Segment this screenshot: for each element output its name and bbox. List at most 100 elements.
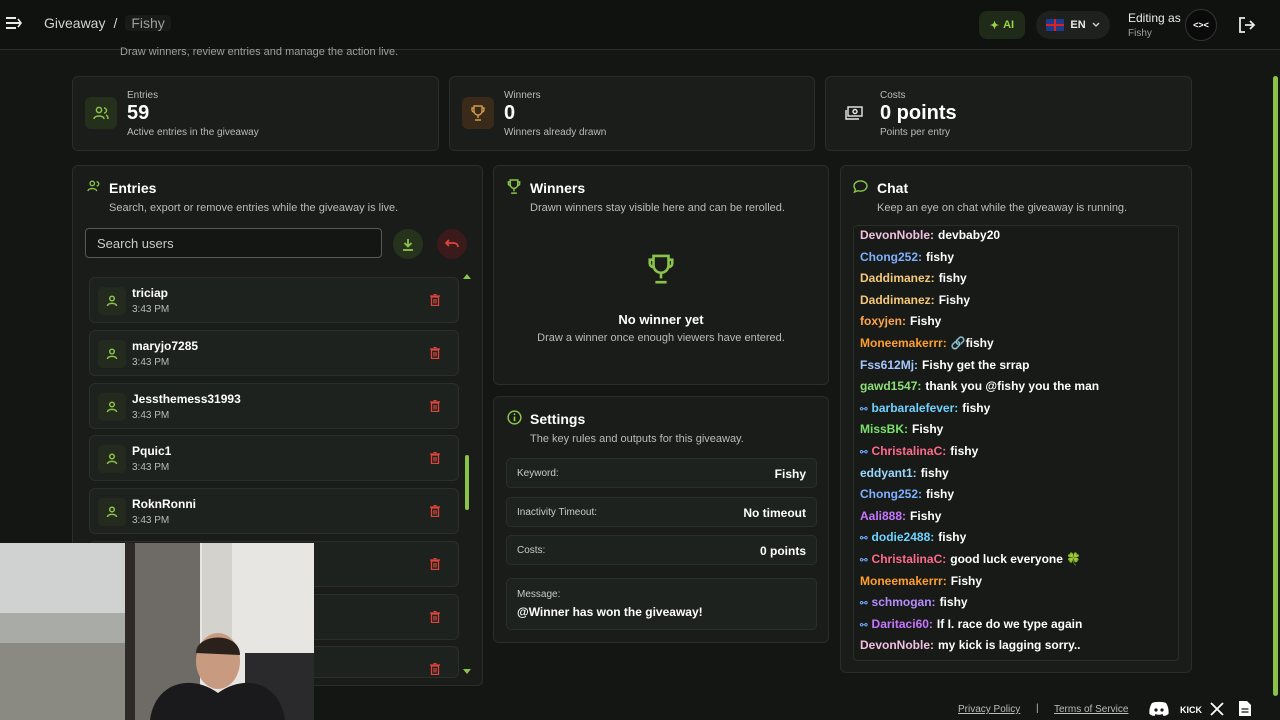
chat-text: Fishy xyxy=(938,293,971,307)
x-twitter-icon[interactable] xyxy=(1210,702,1224,716)
chat-username[interactable]: schmogan: xyxy=(872,595,936,609)
trophy-icon xyxy=(648,254,674,284)
chat-username[interactable]: Moneemakerrr: xyxy=(860,336,947,350)
entries-title: Entries xyxy=(109,180,157,196)
chat-text: fishy xyxy=(926,487,955,501)
chat-username[interactable]: Moneemakerrr: xyxy=(860,574,947,588)
users-icon xyxy=(85,97,117,129)
chat-username[interactable]: Chong252: xyxy=(860,250,922,264)
list-item: maryjo7285 3:43 PM xyxy=(89,330,459,376)
scroll-down-icon[interactable] xyxy=(463,669,471,675)
trash-icon[interactable] xyxy=(430,611,440,623)
money-icon xyxy=(838,97,870,129)
link-badge-icon: ⚯ xyxy=(860,598,868,608)
trash-icon[interactable] xyxy=(430,347,440,359)
breadcrumb-giveaway[interactable]: Giveaway xyxy=(44,15,105,31)
trash-icon[interactable] xyxy=(430,558,440,570)
kick-icon[interactable]: KICK xyxy=(1180,704,1202,714)
breadcrumb: Giveaway / Fishy xyxy=(44,15,171,31)
info-icon xyxy=(507,410,522,425)
user-icon xyxy=(98,393,126,421)
menu-collapse-icon[interactable] xyxy=(6,16,22,30)
chat-message: DevonNoble: my kick is lagging sorry.. xyxy=(860,638,1081,652)
chat-message: Chong252: fishy xyxy=(860,487,954,501)
link-badge-icon: ⚯ xyxy=(860,533,868,543)
stat-label: Costs xyxy=(880,90,906,101)
stat-label: Winners xyxy=(504,90,541,101)
chat-username[interactable]: MissBK: xyxy=(860,422,908,436)
terms-of-service-link[interactable]: Terms of Service xyxy=(1054,704,1128,715)
webcam-image xyxy=(0,543,314,720)
chat-username[interactable]: DevonNoble: xyxy=(860,228,934,242)
chat-message: DevonNoble: devbaby20 xyxy=(860,228,1000,242)
document-icon[interactable] xyxy=(1238,700,1252,717)
chat-username[interactable]: Aali888: xyxy=(860,509,906,523)
top-bar: Giveaway / Fishy ✦ AI EN Editing as Fish… xyxy=(0,0,1280,50)
discord-icon[interactable] xyxy=(1149,701,1169,717)
entry-username: RoknRonni xyxy=(132,497,196,511)
chat-username[interactable]: dodie2488: xyxy=(872,530,935,544)
chat-username[interactable]: foxyjen: xyxy=(860,314,906,328)
chat-username[interactable]: ChristalinaC: xyxy=(872,444,947,458)
chat-text: Fishy xyxy=(910,509,942,523)
search-users-input[interactable] xyxy=(85,228,382,258)
chat-text: fishy xyxy=(962,401,991,415)
chat-message: ⚯ dodie2488: fishy xyxy=(860,530,966,544)
trophy-icon xyxy=(507,179,521,194)
entry-username: triciap xyxy=(132,286,169,300)
chat-text: fishy xyxy=(938,530,967,544)
chat-text: thank you @fishy you the man xyxy=(925,379,1100,393)
trash-icon[interactable] xyxy=(430,505,440,517)
chat-username[interactable]: Chong252: xyxy=(860,487,922,501)
ai-button[interactable]: ✦ AI xyxy=(979,11,1025,39)
chat-text: good luck everyone 🍀 xyxy=(950,552,1082,566)
trash-icon[interactable] xyxy=(430,452,440,464)
clear-entries-button[interactable] xyxy=(437,229,467,259)
link-badge-icon: ⚯ xyxy=(860,447,868,457)
setting-timeout: Inactivity Timeout: No timeout xyxy=(506,497,817,527)
logout-icon[interactable] xyxy=(1238,16,1256,34)
chat-username[interactable]: Fss612Mj: xyxy=(860,358,918,372)
link-badge-icon: ⚯ xyxy=(860,404,868,414)
avatar[interactable]: <>< xyxy=(1185,9,1217,41)
no-winner-title: No winner yet xyxy=(618,312,704,327)
trash-icon[interactable] xyxy=(430,400,440,412)
trophy-icon xyxy=(462,97,494,129)
stat-value: 0 points xyxy=(880,102,957,124)
chat-message: MissBK: Fishy xyxy=(860,422,943,436)
chat-text: Fishy xyxy=(912,422,944,436)
entries-scrollbar[interactable] xyxy=(465,455,469,510)
chat-username[interactable]: Daritaci60: xyxy=(872,617,933,631)
entries-subtitle: Search, export or remove entries while t… xyxy=(109,202,399,214)
list-item: Pquic1 3:43 PM xyxy=(89,435,459,481)
trash-icon[interactable] xyxy=(430,663,440,675)
uk-flag-icon xyxy=(1046,19,1065,31)
chat-username[interactable]: ChristalinaC: xyxy=(872,552,947,566)
chat-message: ⚯ schmogan: fishy xyxy=(860,595,968,609)
export-button[interactable] xyxy=(393,229,423,259)
editing-user: Fishy xyxy=(1128,28,1152,39)
privacy-policy-link[interactable]: Privacy Policy xyxy=(958,704,1020,715)
chat-username[interactable]: gawd1547: xyxy=(860,379,921,393)
entry-time: 3:43 PM xyxy=(132,462,170,473)
stat-desc: Active entries in the giveaway xyxy=(127,127,259,138)
chat-username[interactable]: DevonNoble: xyxy=(860,638,934,652)
scroll-up-icon[interactable] xyxy=(463,273,471,279)
page-scrollbar[interactable] xyxy=(1273,76,1278,696)
chat-message: Moneemakerrr: Fishy xyxy=(860,574,982,588)
chat-text: Fishy get the srrap xyxy=(922,358,1030,372)
list-item: triciap 3:43 PM xyxy=(89,277,459,323)
chat-message: Fss612Mj: Fishy get the srrap xyxy=(860,358,1029,372)
chat-username[interactable]: barbaralefever: xyxy=(872,401,959,415)
language-selector[interactable]: EN xyxy=(1036,11,1110,39)
chat-username[interactable]: Daddimanez: xyxy=(860,271,935,285)
link-badge-icon: ⚯ xyxy=(860,620,868,630)
chat-message: ⚯ ChristalinaC: fishy xyxy=(860,444,978,458)
footer-separator: | xyxy=(1036,703,1039,714)
chat-username[interactable]: Daddimanez: xyxy=(860,293,935,307)
settings-title: Settings xyxy=(530,411,586,427)
chat-username[interactable]: eddyant1: xyxy=(860,466,917,480)
sparkle-icon: ✦ xyxy=(989,19,1000,32)
webcam-overlay xyxy=(0,543,314,720)
trash-icon[interactable] xyxy=(430,294,440,306)
